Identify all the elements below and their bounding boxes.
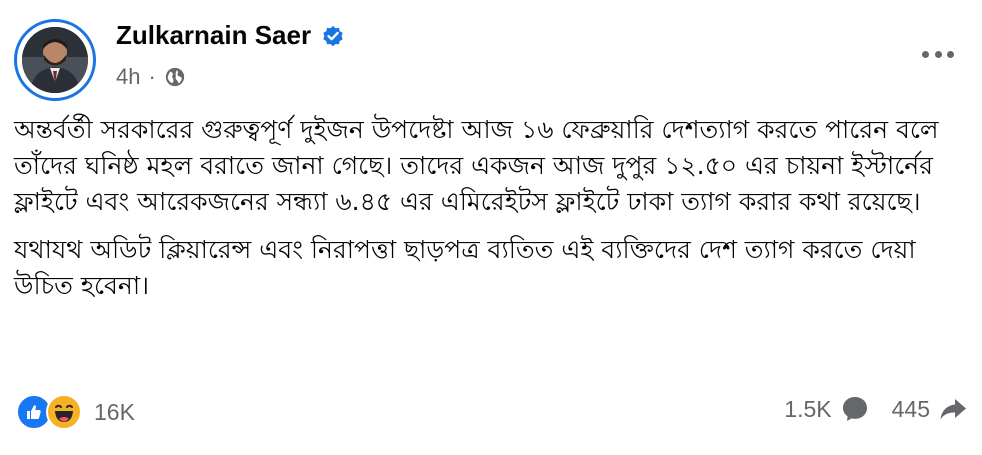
story-ring[interactable] xyxy=(14,19,96,101)
avatar[interactable] xyxy=(22,27,88,93)
post-header: Zulkarnain Saer 4h · xyxy=(14,16,968,101)
post-timestamp[interactable]: 4h xyxy=(116,64,140,90)
post-footer: 16K 1.5K 445 xyxy=(14,394,968,434)
more-dot xyxy=(934,50,942,58)
engagement-stats: 1.5K 445 xyxy=(784,394,968,424)
post-paragraph: অন্তর্বর্তী সরকারের গুরুত্বপূর্ণ দুইজন উ… xyxy=(14,115,939,216)
post-meta: 4h · xyxy=(116,64,186,90)
reaction-count[interactable]: 16K xyxy=(94,399,135,426)
comments-count[interactable]: 1.5K xyxy=(784,396,831,423)
thumbs-up-icon xyxy=(27,405,41,419)
avatar-image xyxy=(22,27,88,93)
comment-icon xyxy=(842,397,867,421)
shares-link[interactable]: 445 xyxy=(892,394,968,424)
author-name[interactable]: Zulkarnain Saer xyxy=(116,20,345,51)
comments-link[interactable]: 1.5K xyxy=(784,394,869,424)
haha-reaction-icon xyxy=(46,394,82,430)
post-body: অন্তর্বর্তী সরকারের গুরুত্বপূর্ণ দুইজন উ… xyxy=(14,112,964,316)
more-dot xyxy=(947,50,954,58)
more-options-icon[interactable] xyxy=(918,42,958,66)
reactions-summary[interactable]: 16K xyxy=(16,394,135,430)
author-name-text[interactable]: Zulkarnain Saer xyxy=(116,20,311,51)
meta-separator: · xyxy=(148,64,156,89)
share-icon xyxy=(940,399,966,420)
globe-icon[interactable] xyxy=(164,66,186,88)
shares-count[interactable]: 445 xyxy=(892,396,930,423)
post-paragraph: যথাযথ অডিট ক্লিয়ারেন্স এবং নিরাপত্তা ছা… xyxy=(14,235,916,300)
more-dot xyxy=(922,50,929,58)
laughing-face-icon xyxy=(55,404,73,422)
verified-badge-icon xyxy=(323,25,343,46)
